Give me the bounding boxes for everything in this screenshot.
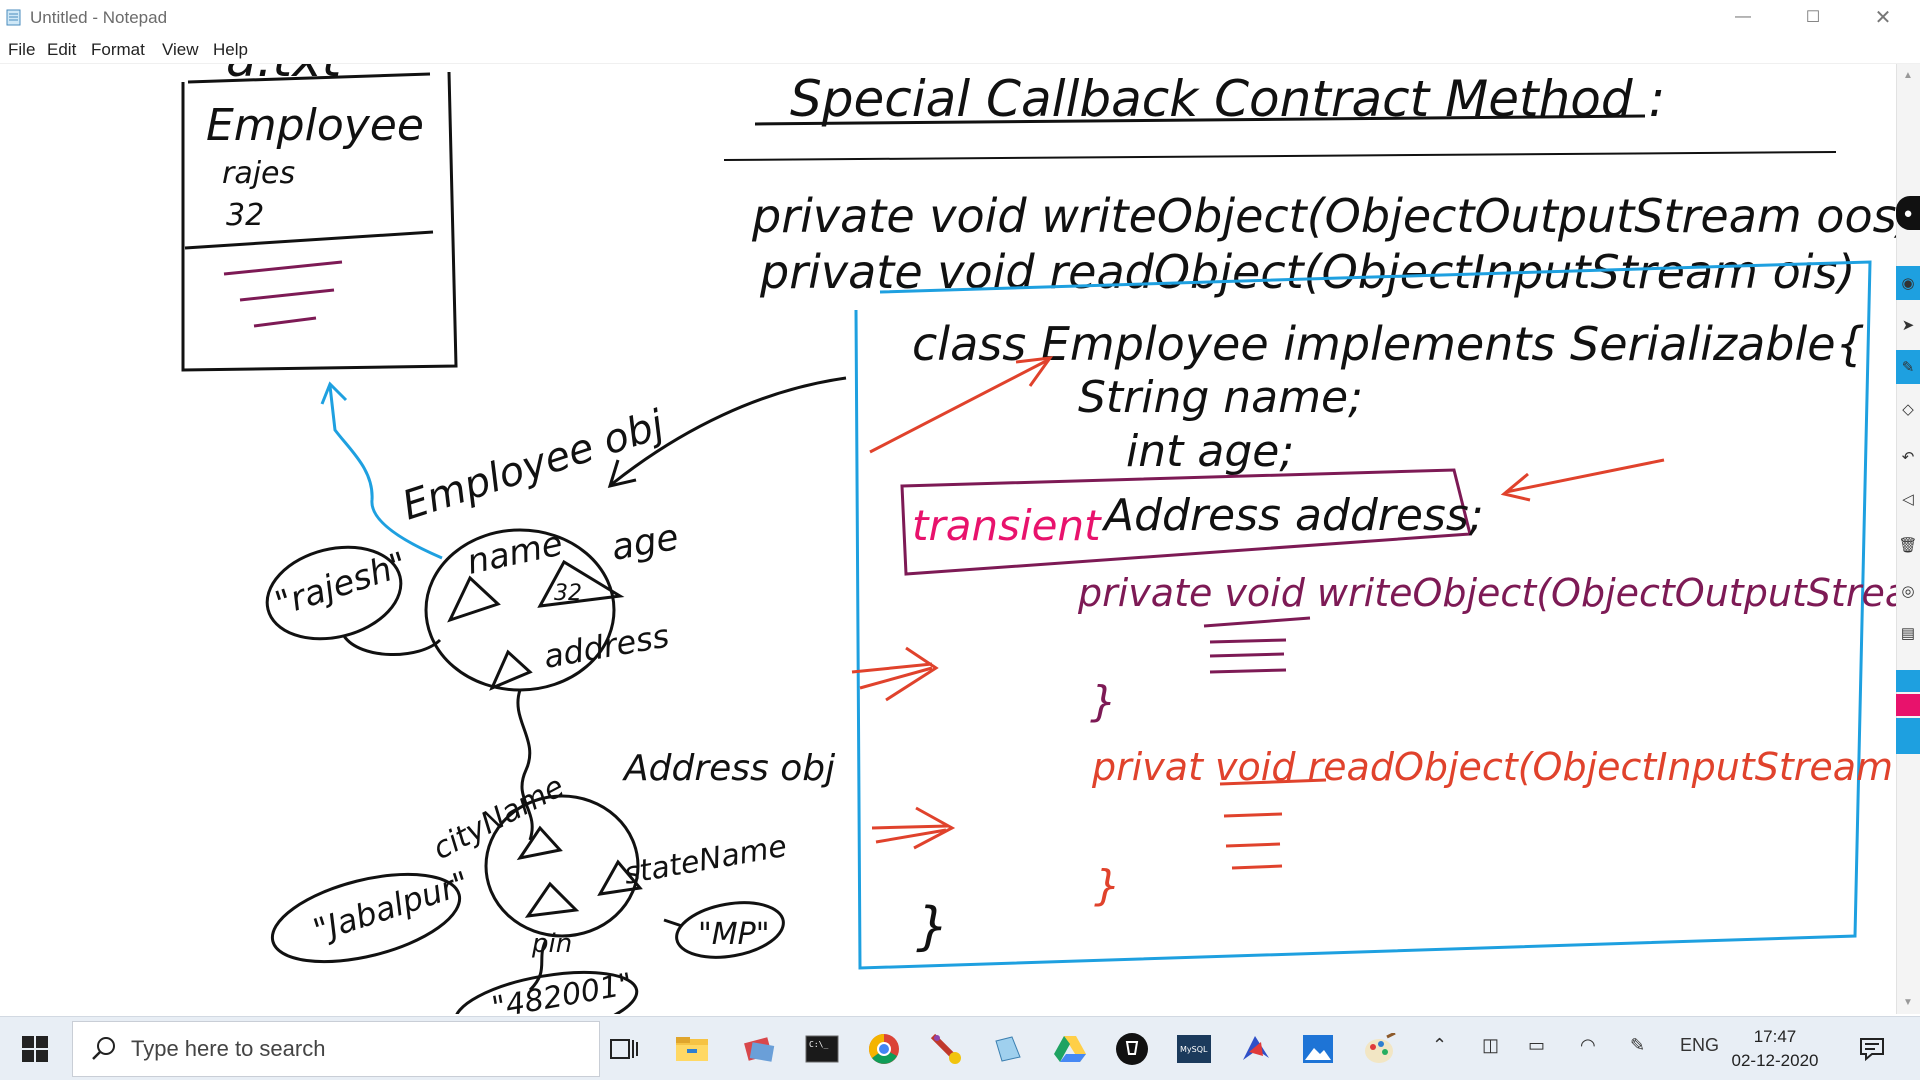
file-age-value: 32: [226, 198, 264, 233]
command-prompt-icon[interactable]: C:\_: [800, 1027, 844, 1071]
class-close-brace: }: [916, 897, 949, 957]
eye-icon[interactable]: ◉: [1896, 266, 1920, 300]
ink-toolbar: ● ◉ ➤ ✎ ◇ ↶ ◁ 🗑 ◎ ▤: [1894, 196, 1920, 756]
color-swatch-cyan[interactable]: [1896, 718, 1920, 754]
svg-text:MySQL: MySQL: [1180, 1045, 1208, 1054]
addr-obj-label: Address obj: [622, 748, 835, 789]
eraser-icon[interactable]: ◇: [1896, 392, 1920, 426]
paint-icon[interactable]: [1358, 1027, 1402, 1071]
inner-read-method: privat void readObject(ObjectInputStream…: [1091, 745, 1896, 789]
taskbar-clock[interactable]: 17:47 02-12-2020: [1730, 1025, 1820, 1073]
field-age: int age;: [1126, 426, 1294, 477]
maximize-button[interactable]: ☐: [1784, 0, 1842, 34]
language-indicator[interactable]: ENG: [1680, 1035, 1719, 1056]
winrar-icon[interactable]: [738, 1027, 782, 1071]
highlighter-icon[interactable]: ✎: [1896, 350, 1920, 384]
svg-text:C:\_: C:\_: [809, 1040, 828, 1049]
wifi-icon[interactable]: ◠: [1580, 1035, 1596, 1056]
search-icon: [92, 1037, 115, 1060]
addr-state-value: "MP": [698, 917, 770, 952]
battery-icon[interactable]: ▭: [1528, 1035, 1545, 1056]
menu-bar: File Edit Format View Help: [0, 34, 1920, 64]
menu-help[interactable]: Help: [213, 40, 248, 60]
addr-pin-field: pin: [531, 929, 572, 959]
clipboard-icon[interactable]: ▤: [1896, 616, 1920, 650]
minimize-button[interactable]: —: [1714, 0, 1772, 34]
file-class-name: Employee: [206, 100, 424, 151]
search-input[interactable]: [131, 1036, 551, 1062]
color-swatch-magenta[interactable]: [1896, 694, 1920, 716]
method-write-signature: private void writeObject(ObjectOutputStr…: [751, 189, 1896, 243]
emp-name-value: "rajesh": [270, 545, 411, 625]
clock-date: 02-12-2020: [1731, 1051, 1819, 1070]
photos-icon[interactable]: [1296, 1027, 1340, 1071]
feather-app-icon[interactable]: [924, 1027, 968, 1071]
file-explorer-icon[interactable]: [670, 1027, 714, 1071]
mysql-icon[interactable]: MySQL: [1172, 1027, 1216, 1071]
notifications-icon[interactable]: [1850, 1027, 1894, 1071]
menu-format[interactable]: Format: [91, 40, 145, 60]
taskbar: C:\_ MySQL ⌃ ◫ ▭ ◠ ✎ ENG 17:47 02-12-202…: [0, 1016, 1920, 1080]
read-body-marks: [1219, 778, 1327, 870]
window-title: Untitled - Notepad: [30, 8, 168, 27]
emp-name-field: name: [464, 524, 567, 583]
transient-field: Address address;: [1101, 490, 1484, 541]
field-name: String name;: [1078, 372, 1363, 423]
title-bar: Untitled - Notepad — ☐ ✕: [0, 0, 1920, 34]
notepad-icon: [6, 9, 21, 26]
trash-icon[interactable]: 🗑: [1896, 528, 1920, 562]
file-name-value: rajes: [222, 156, 295, 191]
write-close-brace: }: [1090, 677, 1117, 726]
taskbar-search[interactable]: [72, 1021, 600, 1077]
meet-now-icon[interactable]: ◫: [1482, 1035, 1499, 1056]
task-view-icon[interactable]: [602, 1027, 646, 1071]
back-icon[interactable]: ◁: [1896, 482, 1920, 516]
addr-state-field: stateName: [621, 829, 789, 892]
camera-icon[interactable]: ◎: [1896, 574, 1920, 608]
menu-file[interactable]: File: [8, 40, 35, 60]
tray-overflow-icon[interactable]: ⌃: [1432, 1035, 1447, 1056]
emp-address-field: address: [541, 617, 672, 676]
scroll-up-icon[interactable]: ▲: [1903, 70, 1913, 81]
transient-keyword: transient: [912, 501, 1102, 550]
color-swatch-blue[interactable]: [1896, 670, 1920, 692]
inner-write-method: private void writeObject(ObjectOutputStr…: [1077, 571, 1896, 615]
pen-workspace-icon[interactable]: ✎: [1630, 1035, 1645, 1056]
pen-tool-icon[interactable]: [1110, 1027, 1154, 1071]
start-button[interactable]: [0, 1017, 70, 1080]
emp-age-value: 32: [554, 581, 582, 606]
class-declaration: class Employee implements Serializable{: [912, 317, 1865, 371]
pen-app-icon[interactable]: ●: [1896, 196, 1920, 230]
scroll-down-icon[interactable]: ▼: [1903, 997, 1913, 1008]
emp-obj-label: Employee obj: [397, 401, 671, 529]
read-close-brace: }: [1094, 861, 1121, 910]
cursor-icon[interactable]: ➤: [1896, 308, 1920, 342]
eclipse-bird-icon[interactable]: [1234, 1027, 1278, 1071]
file-bytes-marks: [223, 260, 343, 328]
windows-logo-icon: [22, 1036, 48, 1062]
undo-icon[interactable]: ↶: [1896, 440, 1920, 474]
menu-view[interactable]: View: [162, 40, 199, 60]
chrome-icon[interactable]: [862, 1027, 906, 1071]
write-body-marks: [1203, 616, 1311, 674]
serialize-arrow: [328, 385, 443, 560]
notepad-taskbar-icon[interactable]: [986, 1027, 1030, 1071]
emp-age-field: age: [608, 517, 681, 569]
clock-time: 17:47: [1753, 1027, 1797, 1046]
ink-drawing: a.txt Employee rajes 32 Special Callback…: [181, 30, 1920, 1042]
ink-canvas[interactable]: a.txt Employee rajes 32 Special Callback…: [0, 30, 1920, 1042]
menu-edit[interactable]: Edit: [47, 40, 76, 60]
close-button[interactable]: ✕: [1854, 0, 1912, 34]
google-drive-icon[interactable]: [1048, 1027, 1092, 1071]
